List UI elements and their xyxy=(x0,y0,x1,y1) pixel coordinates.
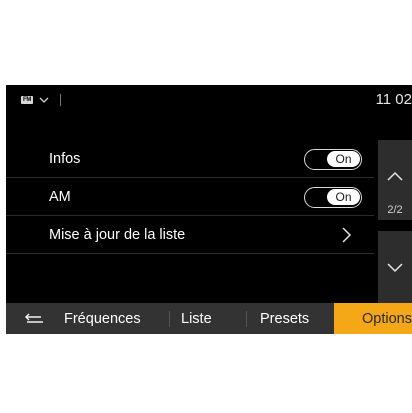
tab-options[interactable]: Options xyxy=(334,303,412,334)
page-indicator: 2/2 xyxy=(387,204,403,216)
chevron-right-icon[interactable] xyxy=(339,226,353,244)
chevron-down-icon xyxy=(387,263,403,273)
scroll-down-button[interactable] xyxy=(378,231,412,310)
am-toggle[interactable]: On xyxy=(304,187,362,208)
toggle-value: On xyxy=(327,151,360,167)
radio-source-icon[interactable]: FM xyxy=(21,96,33,104)
chevron-up-icon xyxy=(387,171,403,181)
option-label: AM xyxy=(49,189,71,205)
tab-divider xyxy=(169,311,170,327)
toggle-value: On xyxy=(327,189,360,205)
tab-divider xyxy=(246,311,247,327)
infos-toggle[interactable]: On xyxy=(304,149,362,170)
option-label: Mise à jour de la liste xyxy=(49,227,186,243)
status-bar: FM 11 02 xyxy=(6,85,412,115)
radio-options-screen: FM 11 02 Infos On AM On Mise à jour de l… xyxy=(6,85,412,334)
tab-frequences[interactable]: Fréquences xyxy=(64,303,141,334)
tab-options-label: Options xyxy=(362,311,412,327)
tab-bar: Fréquences Liste Presets Options xyxy=(6,303,412,334)
option-row-am[interactable]: AM On xyxy=(6,178,374,216)
tab-presets[interactable]: Presets xyxy=(260,303,309,334)
clock: 11 02 xyxy=(375,91,412,108)
row-divider xyxy=(6,253,374,254)
option-row-list-update[interactable]: Mise à jour de la liste xyxy=(6,216,374,254)
back-arrow-icon[interactable] xyxy=(24,311,46,327)
chevron-down-icon[interactable] xyxy=(38,94,50,106)
status-divider xyxy=(60,94,61,106)
option-row-infos[interactable]: Infos On xyxy=(6,140,374,178)
option-label: Infos xyxy=(49,151,81,167)
tab-liste[interactable]: Liste xyxy=(181,303,212,334)
